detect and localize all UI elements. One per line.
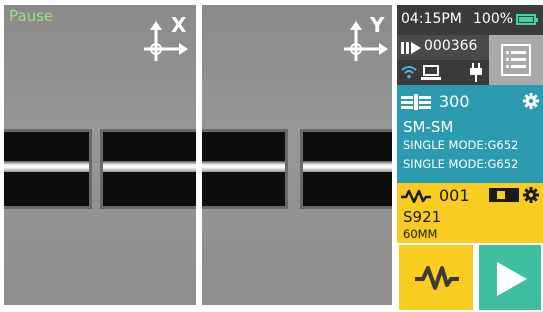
heater-length: 60MM	[403, 227, 438, 241]
pause-status: Pause	[9, 7, 54, 25]
splice-count: 000366	[424, 38, 478, 54]
axis-label-x: X	[171, 13, 187, 37]
splice-mode-icon	[401, 94, 431, 110]
status-bar: 04:15PM 100%	[397, 5, 543, 35]
heat-wave-icon	[415, 266, 459, 290]
start-button[interactable]	[477, 243, 543, 312]
splice-program-panel[interactable]: 300 SM-SM SINGLE MODE:G652 SINGLE MODE:G…	[397, 85, 543, 183]
left-fiber-y	[202, 129, 288, 209]
heat-button[interactable]	[397, 243, 475, 312]
power-plug-icon	[470, 63, 482, 82]
right-fiber-type: SINGLE MODE:G652	[403, 157, 519, 171]
gear-icon[interactable]	[523, 187, 539, 203]
camera-view-x: Pause X	[4, 5, 196, 305]
clock: 04:15PM	[401, 11, 462, 27]
splice-mode: SM-SM	[403, 118, 454, 136]
left-fiber-x	[4, 129, 92, 209]
splicer-screen: Pause X Y 04:15PM 100% 000366 300 SM-SM …	[0, 0, 543, 312]
battery-full-icon	[516, 14, 538, 25]
axis-label-y: Y	[370, 13, 385, 37]
menu-button[interactable]	[489, 35, 543, 85]
camera-view-y: Y	[202, 5, 392, 305]
heater-slot-icon	[489, 188, 519, 202]
heater-program-name: S921	[403, 208, 442, 226]
arc-counter-icon	[401, 42, 421, 54]
heat-wave-icon	[401, 189, 431, 203]
wifi-icon	[401, 66, 417, 79]
heater-program-panel[interactable]: 001 S921 60MM	[397, 183, 543, 243]
right-fiber-x	[100, 129, 196, 209]
connection-status	[397, 60, 489, 85]
menu-list-icon	[501, 44, 531, 76]
battery-percent: 100%	[473, 11, 514, 27]
gear-icon[interactable]	[523, 93, 539, 109]
right-panel: 04:15PM 100% 000366 300 SM-SM SINGLE MOD…	[397, 5, 543, 312]
left-fiber-type: SINGLE MODE:G652	[403, 138, 519, 152]
right-fiber-y	[300, 129, 392, 209]
play-icon	[497, 262, 527, 296]
splice-counter: 000366	[397, 35, 489, 60]
splice-program-number: 300	[439, 92, 470, 111]
device-info: 000366	[397, 35, 489, 85]
laptop-icon	[421, 65, 441, 80]
heater-program-number: 001	[439, 186, 470, 205]
